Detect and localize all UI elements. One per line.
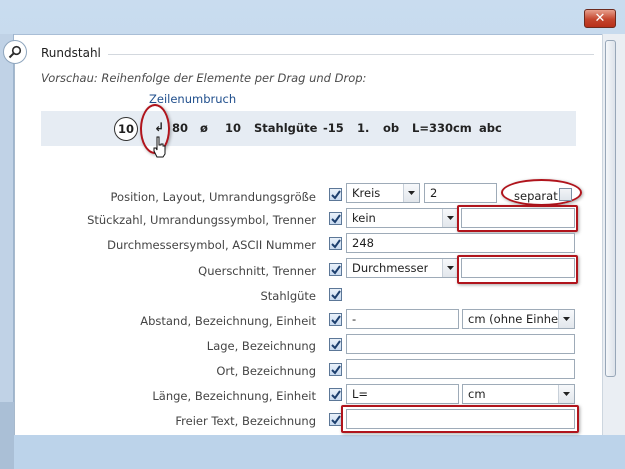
preview-hint: Vorschau: Reihenfolge der Elemente per D…: [41, 71, 367, 85]
vertical-guide-line: [14, 64, 15, 435]
row-label-diameter-symbol: Durchmessersymbol, ASCII Nummer: [107, 238, 316, 252]
checkbox-cross-section[interactable]: [329, 263, 342, 276]
row-label-free-text: Freier Text, Bezeichnung: [175, 414, 316, 428]
spacing-label-input[interactable]: -: [346, 309, 459, 329]
preview-token-free-text[interactable]: abc: [479, 121, 502, 135]
checkmark-icon: [330, 238, 341, 249]
length-unit-select[interactable]: cm: [462, 384, 575, 404]
left-side-strip: [0, 34, 14, 469]
checkbox-length[interactable]: [329, 388, 342, 401]
dropdown-arrow-icon[interactable]: [558, 310, 574, 328]
checkmark-icon: [330, 339, 341, 350]
layout-select[interactable]: Kreis: [346, 183, 420, 203]
preview-token-diameter-symbol[interactable]: ø: [200, 121, 208, 135]
checkbox-layer[interactable]: [329, 338, 342, 351]
preview-token-spacing[interactable]: -15: [323, 121, 344, 135]
row-label-length: Länge, Bezeichnung, Einheit: [152, 389, 316, 403]
zeilenumbruch-tooltip: Zeilenumbruch: [149, 92, 237, 106]
section-title: Rundstahl: [41, 46, 101, 60]
checkmark-icon: [330, 289, 341, 300]
checkmark-icon: [330, 264, 341, 275]
search-button[interactable]: [3, 40, 27, 64]
checkmark-icon: [330, 314, 341, 325]
row-label-location: Ort, Bezeichnung: [216, 364, 316, 378]
row-label-layer: Lage, Bezeichnung: [206, 339, 316, 353]
preview-token-position[interactable]: 10: [114, 117, 138, 141]
close-button[interactable]: ✕: [584, 9, 616, 28]
checkmark-icon: [330, 364, 341, 375]
highlight-rect-cross-section-separator: [457, 255, 578, 284]
length-label-input[interactable]: L=: [346, 384, 459, 404]
checkmark-icon: [330, 414, 341, 425]
row-label-position: Position, Layout, Umrandungsgröße: [110, 190, 316, 204]
row-label-cross-section: Querschnitt, Trenner: [198, 264, 316, 278]
checkmark-icon: [330, 189, 341, 200]
close-icon[interactable]: ✕: [595, 11, 606, 26]
preview-token-layer[interactable]: 1.: [357, 121, 369, 135]
highlight-rect-free-text: [341, 405, 579, 433]
checkmark-icon: [330, 389, 341, 400]
border-symbol-select[interactable]: kein: [346, 208, 459, 228]
preview-token-length[interactable]: L=330cm: [412, 121, 472, 135]
row-label-grade: Stahlgüte: [260, 289, 316, 303]
dropdown-arrow-icon[interactable]: [403, 184, 419, 202]
separat-label: separat: [514, 189, 558, 203]
checkbox-grade[interactable]: [329, 288, 342, 301]
preview-token-diameter[interactable]: 10: [225, 121, 241, 135]
dropdown-arrow-icon[interactable]: [442, 259, 458, 277]
spacing-unit-select[interactable]: cm (ohne Einheit): [462, 309, 575, 329]
dropdown-arrow-icon[interactable]: [558, 385, 574, 403]
layer-label-input[interactable]: [346, 334, 575, 354]
location-label-input[interactable]: [346, 359, 575, 379]
cross-section-select[interactable]: Durchmesser: [346, 258, 459, 278]
border-size-input[interactable]: 2: [424, 183, 497, 203]
scrollbar-thumb[interactable]: [605, 40, 616, 377]
dropdown-arrow-icon[interactable]: [442, 209, 458, 227]
checkbox-spacing[interactable]: [329, 313, 342, 326]
checkmark-icon: [330, 213, 341, 224]
checkbox-location[interactable]: [329, 363, 342, 376]
ascii-number-input[interactable]: 248: [346, 233, 575, 253]
preview-token-location[interactable]: ob: [383, 121, 399, 135]
checkbox-position[interactable]: [329, 188, 342, 201]
row-label-count: Stückzahl, Umrandungssymbol, Trenner: [87, 213, 316, 227]
row-label-spacing: Abstand, Bezeichnung, Einheit: [140, 314, 316, 328]
hand-cursor-icon: [153, 136, 166, 158]
section-divider: [108, 54, 594, 55]
checkbox-count[interactable]: [329, 212, 342, 225]
preview-token-count[interactable]: 80: [172, 121, 188, 135]
search-icon: [8, 45, 22, 59]
preview-token-grade[interactable]: Stahlgüte: [254, 121, 317, 135]
highlight-rect-count-separator: [457, 205, 578, 232]
separat-checkbox[interactable]: [559, 188, 572, 201]
checkbox-diameter-symbol[interactable]: [329, 237, 342, 250]
